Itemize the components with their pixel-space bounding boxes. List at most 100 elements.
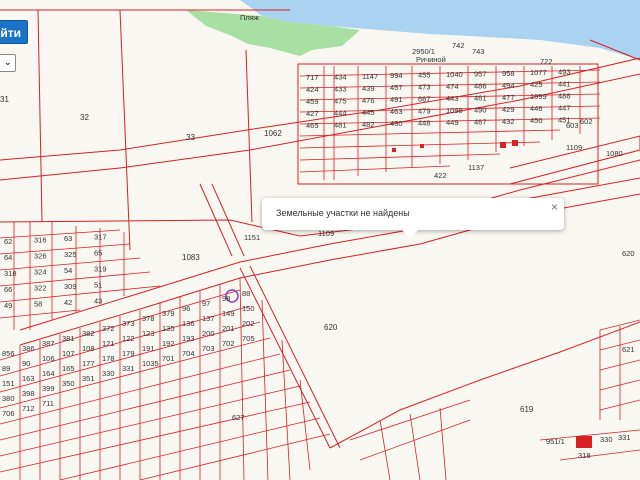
layer-select[interactable]: ⌄ xyxy=(0,54,16,72)
parcel-label: 486 xyxy=(474,81,487,90)
parcel-label: 163 xyxy=(22,374,35,383)
parcel-label: 494 xyxy=(502,81,515,90)
parcel-31: 31 xyxy=(0,95,9,104)
parcel-label: 430 xyxy=(390,119,403,128)
parcel-label: 473 xyxy=(418,83,431,92)
parcel-label: 88 xyxy=(242,289,250,298)
parcel-33: 33 xyxy=(186,133,195,142)
parcel-label: 330 xyxy=(102,369,115,378)
parcel-318: 318 xyxy=(578,451,591,460)
parcel-label: 309 xyxy=(64,282,77,291)
parcel-label: 477 xyxy=(502,93,515,102)
parcel-label: 106 xyxy=(42,354,55,363)
parcel-label: 479 xyxy=(418,107,431,116)
parcel-label: 474 xyxy=(446,82,459,91)
parcel-label: 667 xyxy=(418,95,431,104)
parcel-label: 712 xyxy=(22,404,35,413)
label-742: 742 xyxy=(452,41,465,50)
parcel-422: 422 xyxy=(434,171,447,180)
parcel-label: 317 xyxy=(94,233,107,242)
parcel-1109: 1109 xyxy=(318,229,334,238)
parcel-label: 386 xyxy=(22,344,35,353)
parcel-label: 448 xyxy=(418,119,431,128)
parcel-label: 151 xyxy=(2,379,15,388)
parcel-330: 330 xyxy=(600,435,613,444)
parcel-label: 441 xyxy=(558,80,571,89)
parcel-label: 717 xyxy=(306,73,319,82)
parcel-label: 701 xyxy=(162,354,175,363)
parcel-label: 475 xyxy=(334,96,347,105)
parcel-label: 178 xyxy=(102,354,115,363)
parcel-label: 350 xyxy=(62,379,75,388)
parcel-1080: 1080 xyxy=(606,149,623,158)
parcel-label: 201 xyxy=(222,324,235,333)
parcel-label: 382 xyxy=(82,329,95,338)
parcel-label: 432 xyxy=(502,117,515,126)
parcel-label: 136 xyxy=(182,319,195,328)
parcel-label: 424 xyxy=(306,85,319,94)
parcel-620: 620 xyxy=(324,323,338,332)
parcel-1109b: 1109 xyxy=(566,143,582,152)
parcel-label: 122 xyxy=(122,334,135,343)
parcel-label: 482 xyxy=(362,120,375,129)
parcel-label: 856 xyxy=(2,349,15,358)
parcel-32: 32 xyxy=(80,113,89,122)
parcel-label: 89 xyxy=(2,364,10,373)
parcel-label: 445 xyxy=(362,108,375,117)
parcel-label: 64 xyxy=(4,253,12,262)
parcel-label: 318 xyxy=(4,269,17,278)
parcel-label: 66 xyxy=(4,285,12,294)
parcel-label: 1098 xyxy=(446,106,463,115)
parcel-620b: 620 xyxy=(622,249,635,258)
parcel-label: 380 xyxy=(2,394,15,403)
parcel-label: 42 xyxy=(64,298,72,307)
parcel-label: 488 xyxy=(558,92,571,101)
parcel-1151: 1151 xyxy=(244,233,260,242)
parcel-label: 446 xyxy=(530,104,543,113)
parcel-label: 326 xyxy=(34,252,47,261)
parcel-label: 433 xyxy=(334,84,347,93)
parcel-label: 427 xyxy=(306,109,319,118)
parcel-label: 434 xyxy=(334,72,347,81)
parcel-label: 705 xyxy=(242,334,255,343)
parcel-label: 98 xyxy=(222,294,230,303)
parcel-621: 621 xyxy=(622,345,635,354)
parcel-951: 951/1 xyxy=(546,437,565,446)
parcel-label: 1040 xyxy=(446,70,463,79)
parcel-label: 706 xyxy=(2,409,15,418)
parcel-label: 192 xyxy=(162,339,175,348)
parcel-label: 96 xyxy=(182,304,190,313)
parcel-label: 381 xyxy=(62,334,75,343)
chevron-down-icon: ⌄ xyxy=(3,57,12,68)
parcel-label: 457 xyxy=(390,83,403,92)
parcel-label: 1099 xyxy=(530,92,547,101)
info-popup: Земельные участки не найдены × xyxy=(262,198,564,238)
parcel-label: 711 xyxy=(42,399,54,408)
parcel-label: 97 xyxy=(202,299,210,308)
parcel-label: 62 xyxy=(4,237,12,246)
parcel-label: 957 xyxy=(474,69,487,78)
parcel-label: 372 xyxy=(102,324,115,333)
find-button[interactable]: йти xyxy=(0,20,28,44)
parcel-label: 398 xyxy=(22,389,35,398)
parcel-619: 619 xyxy=(520,405,534,414)
parcel-label: 373 xyxy=(122,319,135,328)
parcel-label: 351 xyxy=(82,374,95,383)
parcel-label: 165 xyxy=(62,364,75,373)
parcel-label: 63 xyxy=(64,234,72,243)
parcel-label: 137 xyxy=(202,314,215,323)
parcel-label: 191 xyxy=(142,344,155,353)
parcel-label: 51 xyxy=(94,281,102,290)
parcel-602: 602 xyxy=(580,117,593,126)
parcel-label: 444 xyxy=(334,108,347,117)
parcel-label: 493 xyxy=(558,68,571,77)
parcel-label: 490 xyxy=(474,105,487,114)
parcel-label: 450 xyxy=(530,116,543,125)
parcel-label: 325 xyxy=(64,250,77,259)
parcel-label: 451 xyxy=(558,116,571,125)
close-icon[interactable]: × xyxy=(551,200,558,214)
parcel-label: 322 xyxy=(34,284,47,293)
cadastral-map[interactable]: Пляж 2950/1 742 743 722 Ричиной 31 32 33… xyxy=(0,0,640,480)
parcel-label: 316 xyxy=(34,236,47,245)
block-right-bottom xyxy=(349,319,640,480)
